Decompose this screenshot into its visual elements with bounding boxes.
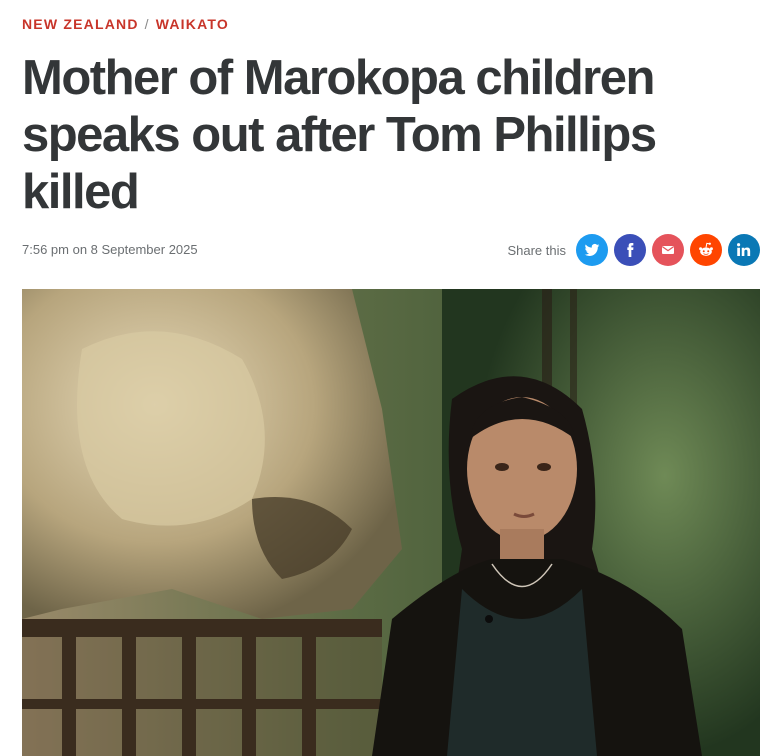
reddit-share-button[interactable]: [690, 234, 722, 266]
twitter-share-button[interactable]: [576, 234, 608, 266]
article-dateline: 7:56 pm on 8 September 2025: [22, 242, 198, 257]
share-bar: Share this: [507, 234, 760, 266]
hero-image: [22, 289, 760, 756]
email-icon: [661, 246, 675, 254]
facebook-share-button[interactable]: [614, 234, 646, 266]
breadcrumb: NEW ZEALAND / WAIKATO: [22, 16, 229, 32]
breadcrumb-section-link[interactable]: NEW ZEALAND: [22, 16, 139, 32]
reddit-icon: [699, 242, 713, 256]
breadcrumb-subsection-link[interactable]: WAIKATO: [156, 16, 229, 32]
linkedin-share-button[interactable]: [728, 234, 760, 266]
email-share-button[interactable]: [652, 234, 684, 266]
photo-woman-forest-icon: [22, 289, 760, 756]
breadcrumb-separator: /: [144, 16, 150, 32]
linkedin-icon: [737, 243, 751, 256]
share-label: Share this: [507, 242, 566, 258]
facebook-icon: [627, 243, 634, 257]
twitter-icon: [584, 243, 600, 256]
article-title: Mother of Marokopa children speaks out a…: [22, 51, 657, 219]
